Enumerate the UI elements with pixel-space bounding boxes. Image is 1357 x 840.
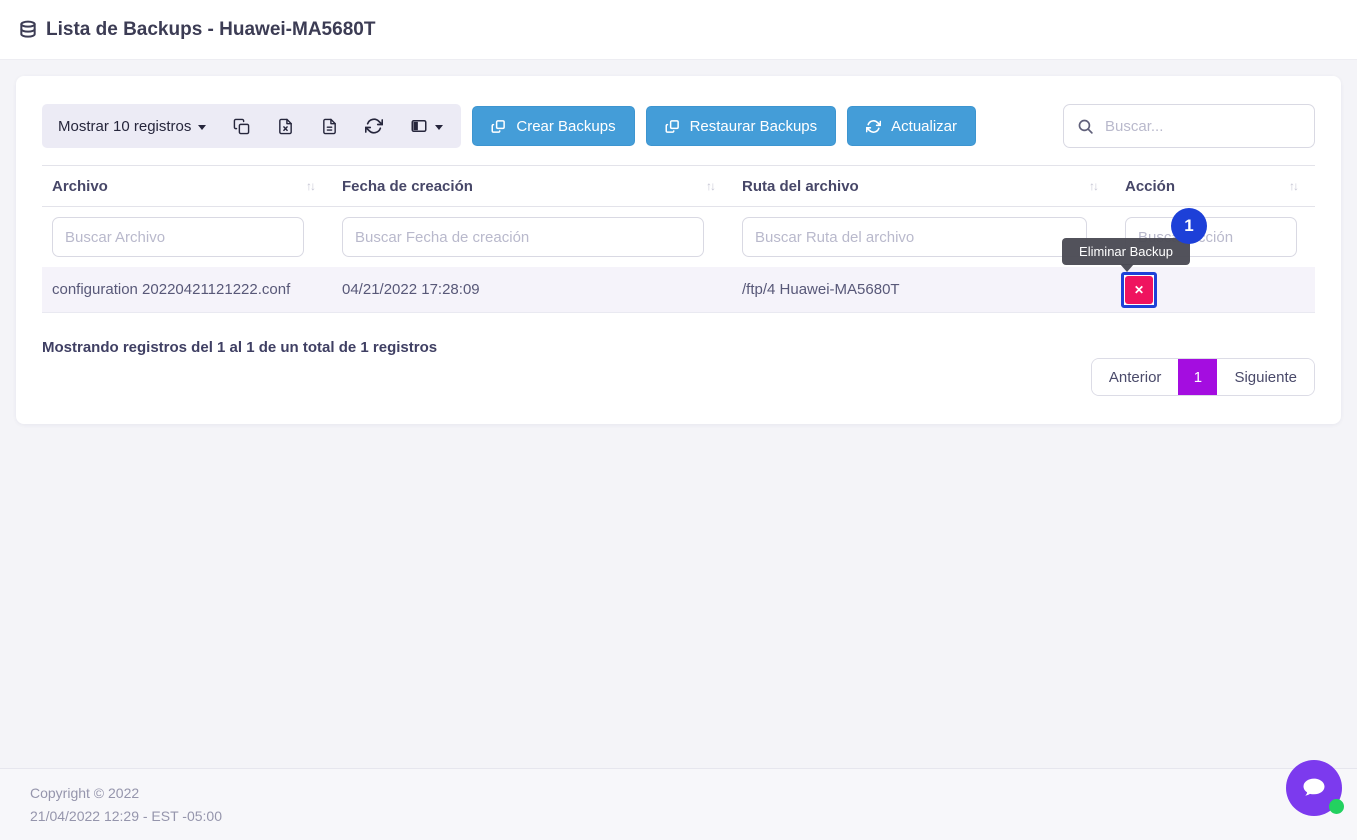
datatable-controls: Mostrar 10 registros	[42, 104, 461, 148]
copy-icon	[233, 118, 250, 135]
create-backups-button[interactable]: Crear Backups	[472, 106, 634, 146]
filter-ruta-input[interactable]	[742, 217, 1087, 257]
eliminar-backup-tooltip: Eliminar Backup	[1062, 238, 1190, 265]
column-header-archivo[interactable]: Archivo ↑↓	[42, 166, 332, 206]
column-header-ruta[interactable]: Ruta del archivo ↑↓	[732, 166, 1115, 206]
sort-icon[interactable]: ↑↓	[306, 179, 314, 193]
online-status-dot	[1329, 799, 1344, 814]
cell-accion: ✕	[1115, 272, 1315, 308]
annotation-highlight-box: ✕	[1121, 272, 1157, 308]
save-icon	[491, 119, 506, 134]
chevron-down-icon	[435, 125, 443, 130]
table-header-row: Archivo ↑↓ Fecha de creación ↑↓ Ruta del…	[42, 165, 1315, 207]
excel-export-icon	[277, 118, 294, 135]
file-export-button[interactable]	[321, 118, 338, 135]
annotation-badge-1: 1	[1171, 208, 1207, 244]
refresh-label: Actualizar	[891, 118, 957, 135]
save-icon	[665, 119, 680, 134]
length-menu-button[interactable]: Mostrar 10 registros	[58, 118, 206, 135]
refresh-icon	[365, 117, 383, 135]
column-visibility-icon	[410, 117, 428, 135]
chevron-down-icon	[198, 125, 206, 130]
page-footer: Copyright © 2022 21/04/2022 12:29 - EST …	[0, 768, 1357, 840]
pagination: Anterior 1 Siguiente	[42, 358, 1315, 396]
close-icon: ✕	[1134, 283, 1144, 297]
footer-timestamp: 21/04/2022 12:29 - EST -05:00	[30, 805, 1357, 828]
previous-page-button[interactable]: Anterior	[1092, 359, 1179, 395]
cell-ruta-archivo: /ftp/4 Huawei-MA5680T	[732, 281, 1115, 298]
copy-button[interactable]	[233, 118, 250, 135]
column-visibility-button[interactable]	[410, 117, 443, 135]
sort-icon[interactable]: ↑↓	[706, 179, 714, 193]
reload-table-button[interactable]	[365, 117, 383, 135]
sort-icon[interactable]: ↑↓	[1089, 179, 1097, 193]
app-header: Lista de Backups - Huawei-MA5680T	[0, 0, 1357, 60]
create-backups-label: Crear Backups	[516, 118, 615, 135]
copyright-text: Copyright © 2022	[30, 782, 1357, 805]
search-icon	[1077, 118, 1094, 135]
delete-backup-button[interactable]: ✕	[1125, 276, 1153, 304]
filter-archivo-input[interactable]	[52, 217, 304, 257]
search-box	[1063, 104, 1315, 148]
chat-bubble-icon	[1300, 774, 1328, 802]
file-export-icon	[321, 118, 338, 135]
sort-icon[interactable]: ↑↓	[1289, 179, 1297, 193]
restore-backups-button[interactable]: Restaurar Backups	[646, 106, 837, 146]
refresh-icon	[866, 119, 881, 134]
filter-fecha-input[interactable]	[342, 217, 704, 257]
records-summary: Mostrando registros del 1 al 1 de un tot…	[42, 339, 1315, 356]
restore-backups-label: Restaurar Backups	[690, 118, 818, 135]
chat-widget-button[interactable]	[1286, 760, 1342, 816]
cell-archivo: configuration 20220421121222.conf	[42, 281, 332, 298]
excel-export-button[interactable]	[277, 118, 294, 135]
next-page-button[interactable]: Siguiente	[1217, 359, 1314, 395]
page-1-button[interactable]: 1	[1178, 359, 1217, 395]
table-toolbar: Mostrar 10 registros	[42, 104, 1315, 148]
page-title: Lista de Backups - Huawei-MA5680T	[46, 19, 375, 41]
table-row: configuration 20220421121222.conf 04/21/…	[42, 267, 1315, 313]
column-header-fecha[interactable]: Fecha de creación ↑↓	[332, 166, 732, 206]
cell-fecha-creacion: 04/21/2022 17:28:09	[332, 281, 732, 298]
search-input[interactable]	[1105, 118, 1301, 135]
length-menu-label: Mostrar 10 registros	[58, 118, 191, 135]
column-header-accion[interactable]: Acción ↑↓	[1115, 166, 1315, 206]
refresh-button[interactable]: Actualizar	[847, 106, 976, 146]
backups-card: Mostrar 10 registros	[16, 76, 1341, 424]
database-icon	[18, 20, 38, 40]
